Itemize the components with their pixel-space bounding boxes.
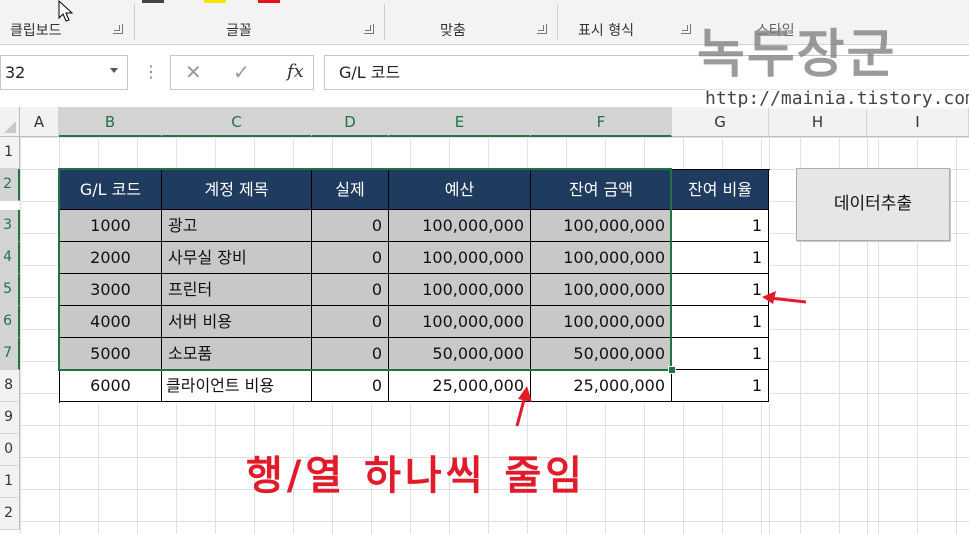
table-cell[interactable]: 100,000,000 [389,242,531,274]
table-header-budget[interactable]: 예산 [389,170,531,210]
table-cell[interactable]: 0 [312,338,389,370]
table-cell[interactable]: 100,000,000 [389,210,531,242]
row-header-7[interactable]: 7 [0,338,20,370]
column-header-h[interactable]: H [769,107,867,137]
table-header-actual[interactable]: 실제 [312,170,389,210]
table-header-remaining-amount[interactable]: 잔여 금액 [531,170,672,210]
fx-icon[interactable]: fx [287,59,304,85]
enter-icon[interactable]: ✓ [233,59,250,85]
row-header-6[interactable]: 6 [0,306,20,338]
table-cell[interactable]: 서버 비용 [162,306,312,338]
table-cell[interactable]: 2000 [60,242,162,274]
table-cell[interactable]: 50,000,000 [531,338,672,370]
column-header-g[interactable]: G [672,107,769,137]
ribbon-group-number-format: 표시 형식 [578,23,634,39]
table-cell[interactable]: 소모품 [162,338,312,370]
table-cell[interactable]: 0 [312,306,389,338]
table-header-remaining-ratio[interactable]: 잔여 비율 [672,170,769,210]
table-cell[interactable]: 100,000,000 [389,306,531,338]
column-header-d[interactable]: D [312,107,389,137]
ribbon-group-alignment: 맞춤 [440,23,466,39]
ribbon-group-clipboard: 클립보드 [10,23,62,39]
row-header-9[interactable]: 9 [0,402,20,434]
watermark-title: 녹두장군 [697,24,897,85]
table-cell[interactable]: 6000 [60,370,162,402]
watermark-url: http://mainia.tistory.com [705,88,969,109]
annotation-text: 행/열 하나씩 줄임 [246,453,587,499]
table-cell[interactable]: 0 [312,274,389,306]
alignment-launcher-icon[interactable] [537,24,547,34]
mouse-cursor-icon [58,0,74,22]
name-box[interactable]: 32 [0,55,128,90]
table-cell[interactable]: 100,000,000 [531,210,672,242]
table-cell[interactable]: 1 [672,242,769,274]
row-header-10[interactable]: 0 [0,434,20,466]
table-cell[interactable]: 0 [312,370,389,402]
table-cell[interactable]: 프린터 [162,274,312,306]
group-divider [134,4,135,40]
row-header-1[interactable]: 1 [0,137,20,169]
cancel-icon[interactable]: ✕ [185,59,202,85]
row-header-5[interactable]: 5 [0,274,20,306]
table-cell[interactable]: 1000 [60,210,162,242]
row-header-12[interactable]: 2 [0,498,20,530]
table-cell[interactable]: 1 [672,370,769,402]
group-divider [557,4,558,40]
text-color-icon[interactable] [258,0,280,3]
font-color-swatch [142,0,164,3]
table-header-account-title[interactable]: 계정 제목 [162,170,312,210]
table-cell[interactable]: 4000 [60,306,162,338]
table-cell[interactable]: 0 [312,242,389,274]
group-divider [384,4,385,40]
dropdown-arrow-icon[interactable] [110,68,118,73]
red-arrow-icon [515,386,532,427]
column-header-e[interactable]: E [389,107,531,137]
extract-data-button[interactable]: 데이터추출 [796,168,950,241]
row-header-8[interactable]: 8 [0,370,20,402]
table-cell[interactable]: 100,000,000 [531,242,672,274]
table-cell[interactable]: 1 [672,306,769,338]
number-format-launcher-icon[interactable] [681,24,691,34]
column-header-f[interactable]: F [531,107,672,137]
table-cell[interactable]: 50,000,000 [389,338,531,370]
row-header-3[interactable]: 3 [0,210,20,242]
table-cell[interactable]: 3000 [60,274,162,306]
table-cell[interactable]: 100,000,000 [531,306,672,338]
column-header-i[interactable]: I [867,107,969,137]
table-cell[interactable]: 1 [672,210,769,242]
row-header-2[interactable]: 2 [0,169,20,201]
table-cell[interactable]: 클라이언트 비용 [162,370,312,402]
table-header-gl-code[interactable]: G/L 코드 [60,170,162,210]
more-options-icon[interactable]: ⋮ [143,62,159,82]
clipboard-launcher-icon[interactable] [113,24,123,34]
fill-handle[interactable] [668,366,676,374]
row-header-4[interactable]: 4 [0,242,20,274]
table-cell[interactable]: 1 [672,338,769,370]
column-header-c[interactable]: C [162,107,312,137]
column-header-a[interactable]: A [20,107,59,137]
table-cell[interactable]: 100,000,000 [389,274,531,306]
table-cell[interactable]: 1 [672,274,769,306]
select-all-corner[interactable] [0,107,20,137]
table-cell[interactable]: 5000 [60,338,162,370]
red-arrow-icon [762,291,807,304]
font-launcher-icon[interactable] [364,24,374,34]
column-header-b[interactable]: B [59,107,162,137]
table-cell[interactable]: 0 [312,210,389,242]
highlight-color-icon[interactable] [204,0,226,3]
table-cell[interactable]: 25,000,000 [531,370,672,402]
table-cell[interactable]: 광고 [162,210,312,242]
table-cell[interactable]: 사무실 장비 [162,242,312,274]
table-cell[interactable]: 100,000,000 [531,274,672,306]
row-header-11[interactable]: 1 [0,466,20,498]
ribbon-group-font: 글꼴 [226,23,252,39]
